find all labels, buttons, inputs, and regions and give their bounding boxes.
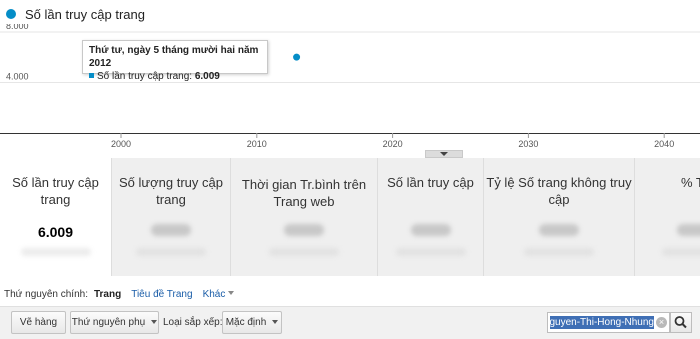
- clear-search-icon[interactable]: ×: [656, 317, 667, 328]
- legend: Số lần truy cập trang: [6, 6, 145, 22]
- metric-subtext-blurred: [662, 248, 700, 256]
- metric-divider: [377, 158, 378, 276]
- x-tick-label: 2020: [383, 139, 403, 149]
- chevron-down-icon: [151, 320, 158, 324]
- metrics-scorecard: Số lần truy cập trang 6.009 Số lượng tru…: [0, 158, 700, 276]
- sort-type-dropdown[interactable]: Mặc định: [222, 311, 282, 334]
- y-tick-label: 4.000: [6, 72, 29, 82]
- dimension-page-title-link[interactable]: Tiêu đề Trang: [131, 289, 192, 300]
- metric-subtext-blurred: [269, 248, 339, 256]
- table-search-input[interactable]: nguyen-Thi-Hong-Nhung ×: [547, 312, 670, 333]
- primary-dimension-label: Thứ nguyên chính:: [4, 289, 88, 300]
- metric-name: % T: [681, 175, 700, 190]
- x-tick-label: 2030: [518, 139, 538, 149]
- search-input-value: nguyen-Thi-Hong-Nhung: [550, 316, 654, 329]
- dimension-other-dropdown[interactable]: Khác: [203, 289, 235, 300]
- tooltip-date: Thứ tư, ngày 5 tháng mười hai năm 2012: [89, 45, 259, 69]
- chevron-down-icon: [228, 291, 235, 295]
- tooltip-series-icon: [89, 73, 94, 78]
- metric-entrances[interactable]: Số lần truy cập: [378, 158, 483, 276]
- search-icon: [674, 316, 687, 329]
- legend-label: Số lần truy cập trang: [25, 6, 145, 22]
- tooltip-value: 6.009: [194, 71, 220, 82]
- data-point: [292, 52, 302, 62]
- metric-divider: [230, 158, 231, 276]
- metric-value-blurred: [677, 224, 700, 236]
- metric-bounce-rate[interactable]: Tỷ lệ Số trang không truy cập: [484, 158, 634, 276]
- search-button[interactable]: [670, 312, 692, 333]
- y-tick-label: 8.000: [6, 24, 29, 31]
- metric-value-blurred: [284, 224, 324, 236]
- secondary-dimension-label: Thứ nguyên phụ: [71, 317, 146, 328]
- metric-value: 6.009: [37, 224, 74, 240]
- secondary-dimension-dropdown[interactable]: Thứ nguyên phụ: [70, 311, 159, 334]
- metric-value-blurred: [151, 224, 191, 236]
- chart-tooltip: Thứ tư, ngày 5 tháng mười hai năm 2012 S…: [82, 40, 268, 82]
- metric-pageviews[interactable]: Số lần truy cập trang 6.009: [0, 158, 111, 276]
- legend-dot-icon: [6, 9, 16, 19]
- metric-subtext-blurred: [136, 248, 206, 256]
- chevron-down-icon: [272, 320, 279, 324]
- metric-value-blurred: [410, 224, 451, 236]
- dimension-other-label: Khác: [202, 289, 226, 300]
- metric-divider: [634, 158, 635, 276]
- metric-name: Số lượng truy cập trang: [119, 175, 223, 207]
- metric-name: Số lần truy cập: [387, 175, 474, 190]
- chevron-down-icon: [440, 152, 448, 156]
- primary-dimension-bar: Thứ nguyên chính: Trang Tiêu đề Trang Kh…: [4, 289, 235, 300]
- metric-avg-time[interactable]: Thời gian Tr.bình trên Trang web: [231, 158, 377, 276]
- metric-divider: [111, 158, 112, 276]
- metric-percent-exit[interactable]: % T: [635, 158, 700, 276]
- dimension-page[interactable]: Trang: [94, 289, 121, 300]
- metric-subtext-blurred: [395, 248, 466, 256]
- tooltip-metric: Số lần truy cập trang:: [97, 71, 193, 82]
- metric-subtext-blurred: [524, 248, 594, 256]
- metric-name: Số lần truy cập trang: [12, 175, 99, 207]
- metric-name: Thời gian Tr.bình trên Trang web: [241, 177, 367, 209]
- x-tick-label: 2040: [654, 139, 674, 149]
- metric-name: Tỷ lệ Số trang không truy cập: [486, 175, 632, 207]
- sort-type-label: Loại sắp xếp:: [163, 317, 223, 328]
- plot-rows-button[interactable]: Vẽ hàng: [11, 311, 66, 334]
- collapse-chart-button[interactable]: [425, 150, 463, 158]
- metric-unique-pageviews[interactable]: Số lượng truy cập trang: [112, 158, 230, 276]
- metric-subtext-blurred: [20, 248, 91, 256]
- metric-value-blurred: [539, 224, 579, 236]
- x-tick-label: 2010: [247, 139, 267, 149]
- sort-type-value: Mặc định: [225, 317, 267, 328]
- table-toolbar: Vẽ hàng Thứ nguyên phụ Loại sắp xếp: Mặc…: [0, 306, 700, 339]
- metric-divider: [483, 158, 484, 276]
- x-tick-label: 2000: [111, 139, 131, 149]
